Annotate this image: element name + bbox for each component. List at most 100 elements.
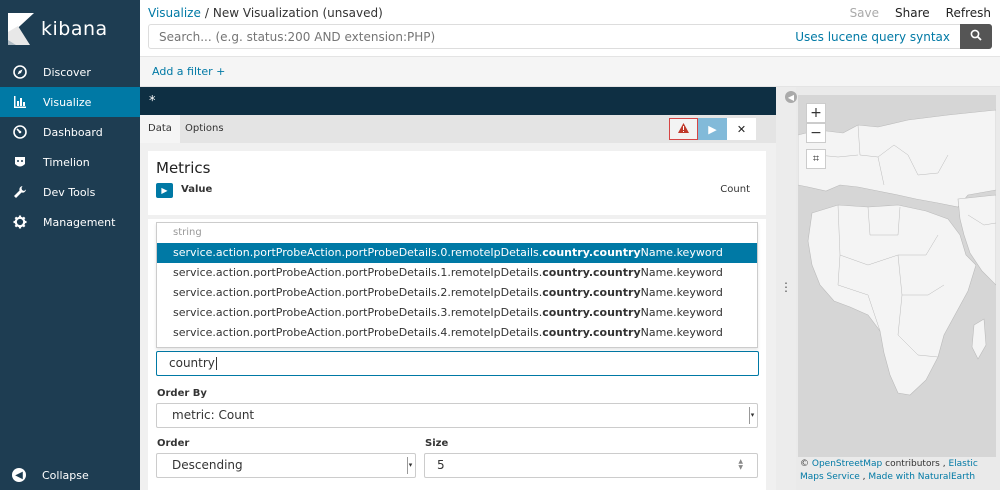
zoom-in-button[interactable]: + bbox=[806, 103, 826, 123]
option-suffix: Name.keyword bbox=[640, 246, 723, 259]
order-label: Order bbox=[157, 438, 190, 449]
option-match: country.country bbox=[542, 286, 641, 299]
lucene-syntax-link[interactable]: Uses lucene query syntax bbox=[795, 30, 960, 44]
tab-data[interactable]: Data bbox=[140, 115, 180, 143]
timelion-icon bbox=[12, 154, 28, 170]
apply-changes-button[interactable]: ▶ bbox=[698, 118, 727, 140]
map-canvas[interactable]: + − ⌗ bbox=[798, 95, 996, 457]
field-search-value: country bbox=[169, 356, 215, 370]
close-icon: ✕ bbox=[736, 122, 747, 136]
osm-link[interactable]: OpenStreetMap bbox=[812, 459, 882, 469]
option-prefix: service.action.portProbeAction.portProbe… bbox=[173, 266, 543, 279]
drag-handle-icon[interactable]: ⋮ bbox=[780, 280, 792, 294]
option-match: country.country bbox=[542, 266, 641, 279]
option-prefix: service.action.portProbeAction.portProbe… bbox=[173, 246, 543, 259]
vis-editor: * Data Options ▶ ✕ Metrics ▶ Value Count… bbox=[140, 87, 776, 490]
attribution-text: contributors , bbox=[882, 459, 949, 469]
copyright-symbol: © bbox=[800, 459, 809, 469]
expand-metric-button[interactable]: ▶ bbox=[156, 183, 173, 198]
crop-icon: ⌗ bbox=[812, 152, 820, 165]
size-input[interactable]: 5 ▲ ▼ bbox=[424, 453, 758, 478]
warning-button[interactable] bbox=[669, 118, 698, 140]
sidebar-item-dashboard[interactable]: Dashboard bbox=[0, 117, 140, 147]
order-select[interactable]: Descending ▾ bbox=[156, 453, 416, 478]
breadcrumb-current: New Visualization (unsaved) bbox=[212, 6, 383, 20]
add-filter-link[interactable]: Add a filter + bbox=[152, 65, 225, 78]
share-button[interactable]: Share bbox=[895, 6, 930, 20]
world-map-image bbox=[798, 95, 996, 457]
search-button[interactable] bbox=[960, 24, 992, 49]
collapse-label: Collapse bbox=[42, 468, 89, 482]
size-label: Size bbox=[425, 438, 449, 449]
breadcrumb-visualize-link[interactable]: Visualize bbox=[148, 6, 201, 20]
metric-label: Value bbox=[181, 184, 213, 195]
brand[interactable]: kibana bbox=[0, 0, 140, 57]
sidebar-item-management[interactable]: Management bbox=[0, 207, 140, 237]
metrics-section: Metrics ▶ Value Count bbox=[148, 151, 766, 215]
dropdown-option[interactable]: service.action.portProbeAction.portProbe… bbox=[157, 243, 757, 263]
top-nav: Visualize / New Visualization (unsaved) Sa… bbox=[140, 0, 1000, 57]
chevron-down-icon: ▾ bbox=[407, 457, 413, 474]
collapse-arrow-icon: ◀ bbox=[12, 468, 26, 482]
sidebar-item-label: Management bbox=[43, 215, 116, 229]
filter-bar: Add a filter + bbox=[140, 57, 1000, 87]
editor-actions: ▶ ✕ bbox=[669, 118, 756, 140]
text-cursor bbox=[215, 357, 217, 370]
warning-icon bbox=[678, 122, 689, 136]
dropdown-group-label: string bbox=[173, 227, 202, 238]
vis-title-bar: * bbox=[140, 87, 776, 115]
query-bar: Uses lucene query syntax bbox=[148, 24, 992, 49]
sidebar-item-discover[interactable]: Discover bbox=[0, 57, 140, 87]
top-actions: Save Share Refresh bbox=[850, 6, 991, 20]
wrench-icon bbox=[12, 184, 28, 200]
sidebar-item-label: Visualize bbox=[43, 95, 92, 109]
option-match: country.country bbox=[542, 246, 641, 259]
breadcrumb: Visualize / New Visualization (unsaved) bbox=[148, 6, 383, 20]
dropdown-option[interactable]: service.action.portProbeAction.portProbe… bbox=[157, 283, 757, 303]
gear-icon bbox=[12, 214, 28, 230]
brand-name: kibana bbox=[41, 17, 108, 40]
option-match: country.country bbox=[542, 306, 641, 319]
compass-icon bbox=[12, 64, 28, 80]
fit-bounds-button[interactable]: ⌗ bbox=[806, 149, 826, 169]
option-prefix: service.action.portProbeAction.portProbe… bbox=[173, 306, 543, 319]
kibana-logo-icon bbox=[8, 12, 34, 45]
refresh-button[interactable]: Refresh bbox=[946, 6, 991, 20]
tab-options[interactable]: Options bbox=[177, 115, 232, 143]
panel-resizer[interactable]: ◀ ⋮ bbox=[776, 87, 797, 490]
order-by-value: metric: Count bbox=[172, 408, 255, 422]
sidebar-item-visualize[interactable]: Visualize bbox=[0, 87, 140, 117]
discard-button[interactable]: ✕ bbox=[727, 118, 756, 140]
order-by-select[interactable]: metric: Count ▾ bbox=[156, 403, 758, 428]
zoom-out-button[interactable]: − bbox=[806, 123, 826, 143]
option-suffix: Name.keyword bbox=[640, 286, 723, 299]
sidebar-item-label: Dashboard bbox=[43, 125, 103, 139]
map-attribution: © OpenStreetMap contributors , Elastic M… bbox=[800, 458, 996, 484]
stepper-icon[interactable]: ▲ ▼ bbox=[738, 459, 743, 471]
sidebar-item-timelion[interactable]: Timelion bbox=[0, 147, 140, 177]
sidebar-item-label: Discover bbox=[43, 65, 91, 79]
option-prefix: service.action.portProbeAction.portProbe… bbox=[173, 326, 543, 339]
dropdown-option[interactable]: service.action.portProbeAction.portProbe… bbox=[157, 323, 757, 343]
save-button[interactable]: Save bbox=[850, 6, 879, 20]
vis-title: * bbox=[149, 94, 156, 109]
collapse-button[interactable]: ◀ Collapse bbox=[0, 460, 140, 490]
option-suffix: Name.keyword bbox=[640, 266, 723, 279]
bar-chart-icon bbox=[12, 94, 28, 110]
map-panel: ◀ ⋮ + − ⌗ © OpenStreetMap contributors ,… bbox=[776, 87, 1000, 490]
minus-icon: − bbox=[810, 125, 822, 141]
field-search-input[interactable]: country bbox=[156, 351, 759, 376]
dropdown-option[interactable]: service.action.portProbeAction.portProbe… bbox=[157, 263, 757, 283]
dropdown-option[interactable]: service.action.portProbeAction.portProbe… bbox=[157, 303, 757, 323]
order-by-label: Order By bbox=[157, 388, 207, 399]
natural-earth-link[interactable]: Made with NaturalEarth bbox=[868, 472, 975, 482]
order-value: Descending bbox=[172, 458, 243, 472]
search-input[interactable] bbox=[149, 25, 796, 48]
chevron-down-icon: ▾ bbox=[749, 407, 755, 424]
sidebar-item-label: Timelion bbox=[43, 155, 90, 169]
dashboard-icon bbox=[12, 124, 28, 140]
collapse-editor-icon[interactable]: ◀ bbox=[785, 91, 797, 103]
option-match: country.country bbox=[542, 326, 641, 339]
sidebar-item-dev-tools[interactable]: Dev Tools bbox=[0, 177, 140, 207]
field-dropdown: string service.action.portProbeAction.po… bbox=[156, 222, 758, 348]
